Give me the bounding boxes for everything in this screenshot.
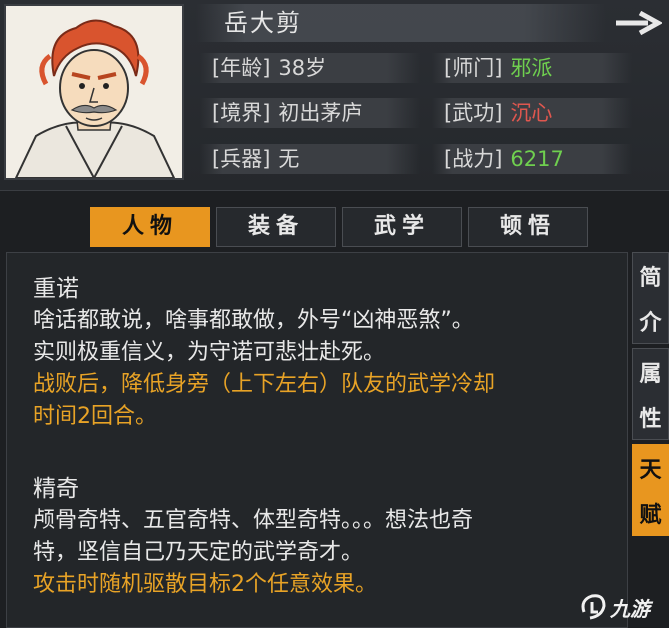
nine-game-logo-icon — [581, 594, 606, 620]
side-tab-char: 赋 — [639, 502, 662, 528]
side-tab-char: 天 — [639, 457, 662, 483]
talent-panel: 重诺 啥话都敢说，啥事都敢做，外号“凶神恶煞”。 实则极重信义，为守诺可悲壮赴死… — [6, 252, 628, 628]
side-tab-talents[interactable]: 天 赋 — [632, 444, 669, 536]
talent-entry: 精奇 颅骨奇特、五官奇特、体型奇特。。。想法也奇 特，坚信自己乃天定的武学奇才。… — [33, 473, 623, 601]
side-tab-intro[interactable]: 简 介 — [632, 252, 669, 344]
stat-value: 38岁 — [278, 56, 327, 80]
side-tab-char: 简 — [639, 265, 662, 291]
stat-label: [年龄] — [212, 56, 271, 80]
character-name: 岳大剪 — [224, 9, 302, 37]
talent-desc-line: 特，坚信自己乃天定的武学奇才。 — [33, 540, 364, 565]
side-tab-char: 性 — [639, 406, 662, 432]
stat-martial-art: [武功] 沉心 — [444, 98, 552, 128]
talent-effect-line: 攻击时随机驱散目标2个任意效果。 — [33, 572, 377, 597]
talent-title: 重诺 — [33, 276, 79, 302]
next-character-button[interactable] — [612, 6, 664, 40]
tab-martial-arts[interactable]: 武学 — [342, 207, 462, 247]
stat-label: [境界] — [212, 101, 271, 125]
side-tab-attributes[interactable]: 属 性 — [632, 348, 669, 440]
stat-value: 沉心 — [510, 101, 553, 125]
talent-desc-line: 啥话都敢说，啥事都敢做，外号“凶神恶煞”。 — [33, 308, 474, 333]
talent-desc-line: 实则极重信义，为守诺可悲壮赴死。 — [33, 340, 386, 365]
tab-character[interactable]: 人物 — [90, 207, 210, 247]
side-tab-char: 介 — [639, 310, 662, 336]
stat-label: [师门] — [444, 56, 503, 80]
character-portrait — [4, 4, 184, 180]
stat-age: [年龄] 38岁 — [212, 53, 326, 83]
site-watermark: 九游 — [578, 590, 668, 624]
stat-sect: [师门] 邪派 — [444, 53, 552, 83]
talent-effect-line: 时间2回合。 — [33, 404, 157, 429]
stat-label: [武功] — [444, 101, 503, 125]
stat-realm: [境界] 初出茅庐 — [212, 98, 362, 128]
main-tab-bar: 人物 装备 武学 顿悟 — [0, 190, 669, 251]
stat-value: 邪派 — [510, 56, 553, 80]
talent-desc-line: 颅骨奇特、五官奇特、体型奇特。。。想法也奇 — [33, 508, 474, 533]
character-header: 岳大剪 [年龄] 38岁 [师门] 邪派 [境界] 初出茅庐 [武功] 沉心 [兵器] 无… — [0, 0, 669, 190]
talent-title: 精奇 — [33, 476, 79, 502]
tab-enlightenment[interactable]: 顿悟 — [468, 207, 588, 247]
stat-label: [战力] — [444, 147, 503, 171]
stat-power: [战力] 6217 — [444, 144, 564, 174]
tab-equipment[interactable]: 装备 — [216, 207, 336, 247]
stat-label: [兵器] — [212, 147, 271, 171]
stat-value: 无 — [278, 147, 300, 171]
talent-effect-line: 战败后，降低身旁（上下左右）队友的武学冷却 — [33, 372, 496, 397]
talent-entry: 重诺 啥话都敢说，啥事都敢做，外号“凶神恶煞”。 实则极重信义，为守诺可悲壮赴死… — [33, 273, 623, 433]
arrow-right-icon — [616, 10, 662, 36]
stat-value: 6217 — [510, 147, 564, 171]
stat-weapon: [兵器] 无 — [212, 144, 299, 174]
stat-value: 初出茅庐 — [278, 101, 363, 125]
portrait-image — [6, 6, 182, 178]
watermark-text: 九游 — [610, 596, 650, 621]
side-tab-char: 属 — [639, 361, 662, 387]
